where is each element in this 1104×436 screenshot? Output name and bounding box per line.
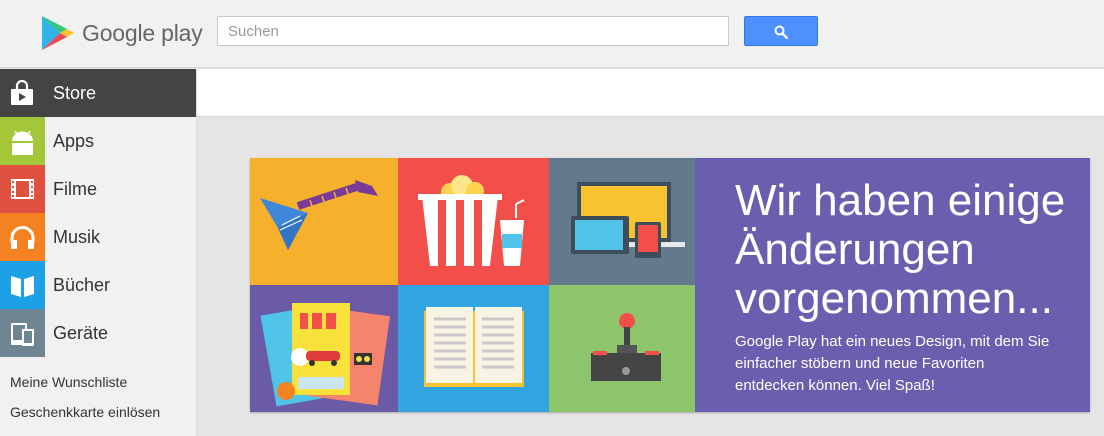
promo-banner[interactable]: Wir haben einige Änderungen vorgenommen.… [250, 158, 1090, 412]
magazines-illustration [260, 303, 390, 407]
search-icon [774, 25, 788, 39]
joystick-tile [549, 285, 695, 412]
sidebar-item-label: Musik [53, 227, 101, 247]
devices-illustration [571, 182, 685, 258]
sidebar-item-label: Geräte [53, 323, 109, 343]
sidebar: Store Apps Filme Musik Bücher Geräte Mei… [0, 69, 197, 436]
promo-panel: Wir haben einige Änderungen vorgenommen.… [695, 158, 1090, 412]
search-button[interactable] [744, 16, 818, 46]
sidebar-item-label: Filme [53, 179, 97, 199]
sidebar-links: Meine Wunschliste Geschenkkarte einlösen [10, 371, 160, 431]
sidebar-item-apps[interactable]: Apps [0, 117, 196, 165]
popcorn-illustration [418, 175, 525, 266]
sidebar-item-label: Store [53, 83, 97, 103]
sidebar-item-geraete[interactable]: Geräte [0, 309, 196, 357]
logo-text: Google play [82, 20, 203, 46]
sidebar-item-store[interactable]: Store [0, 69, 196, 117]
book-tile [398, 285, 549, 412]
android-icon [0, 117, 45, 165]
book-icon [0, 261, 45, 309]
play-triangle-icon [42, 16, 74, 50]
promo-title: Wir haben einige Änderungen vorgenommen.… [735, 176, 1066, 323]
open-book-illustration [424, 307, 524, 387]
joystick-illustration [591, 313, 661, 381]
promo-description: Google Play hat ein neues Design, mit de… [735, 333, 1050, 394]
film-icon [0, 165, 45, 213]
guitar-tile [250, 158, 398, 285]
popcorn-tile [398, 158, 549, 285]
sidebar-item-label: Apps [53, 131, 95, 151]
search-input[interactable] [217, 16, 729, 46]
device-icon [0, 309, 45, 357]
sidebar-item-label: Bücher [53, 275, 111, 295]
wishlist-link[interactable]: Meine Wunschliste [10, 371, 160, 401]
sidebar-item-buecher[interactable]: Bücher [0, 261, 196, 309]
sidebar-item-filme[interactable]: Filme [0, 165, 196, 213]
magazines-tile [250, 285, 398, 412]
devices-tile [549, 158, 695, 285]
guitar-illustration [260, 180, 378, 250]
google-play-logo[interactable]: Google play [40, 14, 210, 52]
sidebar-item-musik[interactable]: Musik [0, 213, 196, 261]
redeem-gift-card-link[interactable]: Geschenkkarte einlösen [10, 401, 160, 431]
headphones-icon [0, 213, 45, 261]
header: Google play [0, 0, 1104, 68]
top-bar [197, 69, 1104, 117]
shopping-bag-icon [0, 69, 45, 117]
